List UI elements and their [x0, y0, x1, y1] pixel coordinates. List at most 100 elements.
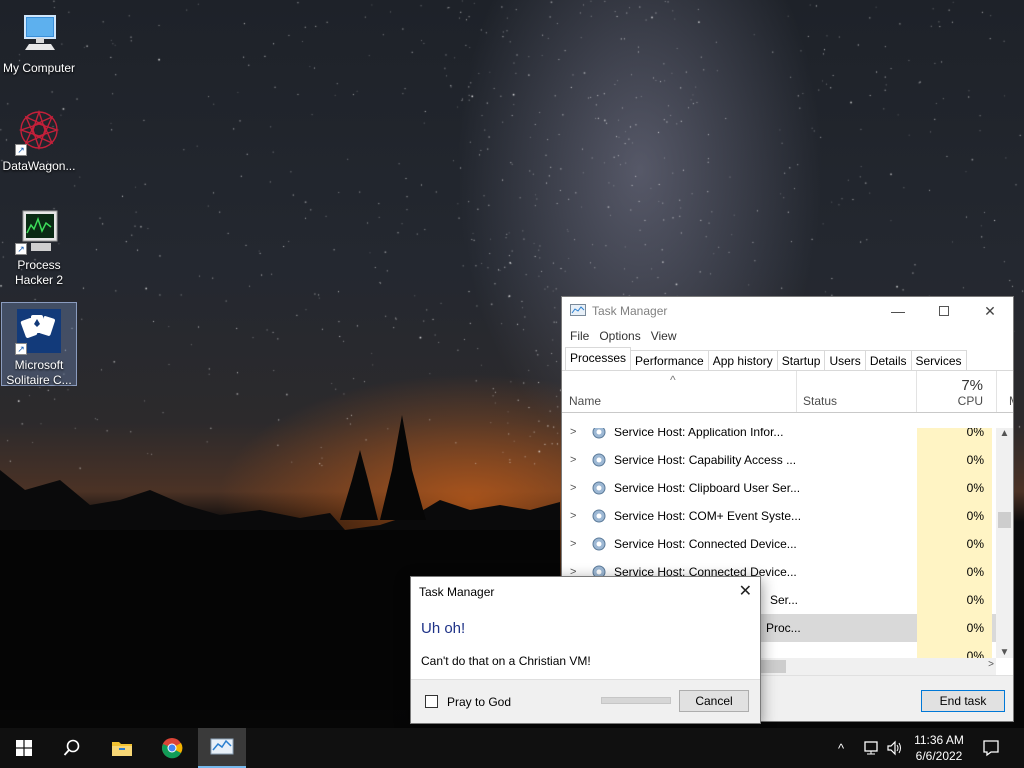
- scroll-up-icon[interactable]: ▲: [996, 428, 1013, 439]
- task-manager-icon: [210, 738, 234, 755]
- table-row[interactable]: > Service Host: Clipboard User Ser... 0%: [562, 474, 996, 502]
- network-tray[interactable]: [862, 728, 880, 768]
- process-name: Service Host: Application Infor...: [614, 428, 784, 439]
- minimize-button[interactable]: —: [875, 297, 921, 325]
- dialog-heading: Uh oh!: [421, 620, 466, 637]
- menu-view[interactable]: View: [646, 329, 682, 343]
- computer-icon: [15, 10, 63, 58]
- gear-icon: [592, 453, 606, 467]
- process-name: Service Host: Connected Device...: [614, 537, 797, 551]
- chevron-up-icon: ^: [838, 740, 845, 756]
- notification-button[interactable]: [982, 728, 1000, 768]
- cpu-total: 7%: [961, 377, 983, 394]
- column-status[interactable]: Status: [803, 394, 837, 408]
- tab-startup[interactable]: Startup: [776, 350, 826, 370]
- maximize-button[interactable]: [921, 297, 967, 325]
- file-explorer-button[interactable]: [98, 728, 146, 768]
- scroll-down-icon[interactable]: ▼: [996, 647, 1013, 658]
- process-name: Service Host: Capability Access ...: [614, 453, 797, 467]
- column-memory-partial[interactable]: M: [1009, 394, 1013, 408]
- volume-tray[interactable]: [886, 728, 904, 768]
- expand-chevron-icon[interactable]: >: [570, 428, 582, 438]
- taskbar: ^ 11:36 AM 6/6/2022: [0, 728, 1024, 768]
- error-dialog[interactable]: Task Manager ✕ Uh oh! Can't do that on a…: [410, 576, 761, 724]
- task-manager-taskbar-button[interactable]: [198, 728, 246, 768]
- clock-time: 11:36 AM: [914, 733, 964, 747]
- pray-checkbox[interactable]: [425, 695, 438, 708]
- process-cpu: 0%: [917, 474, 992, 502]
- solitaire-icon: ↗: [15, 307, 63, 355]
- table-row[interactable]: > Service Host: Capability Access ... 0%: [562, 446, 996, 474]
- column-name[interactable]: Name: [569, 394, 601, 408]
- process-cpu: 0%: [917, 502, 992, 530]
- expand-chevron-icon[interactable]: >: [570, 454, 582, 466]
- close-icon: ✕: [984, 302, 996, 319]
- menu-options[interactable]: Options: [594, 329, 645, 343]
- shortcut-arrow-icon: ↗: [15, 343, 27, 355]
- scroll-thumb[interactable]: [758, 660, 786, 673]
- table-row[interactable]: > Service Host: COM+ Event Syste... 0%: [562, 502, 996, 530]
- search-button[interactable]: [48, 728, 96, 768]
- menu-bar: File Options View: [562, 325, 1013, 347]
- gear-icon: [592, 509, 606, 523]
- tab-services[interactable]: Services: [910, 350, 967, 370]
- desktop-icon-my-computer[interactable]: My Computer: [1, 6, 77, 76]
- close-button[interactable]: ✕: [967, 297, 1013, 325]
- chrome-button[interactable]: [148, 728, 196, 768]
- expand-chevron-icon[interactable]: >: [570, 510, 582, 522]
- system-clock[interactable]: 11:36 AM 6/6/2022: [908, 732, 970, 764]
- menu-file[interactable]: File: [565, 329, 594, 343]
- tab-users[interactable]: Users: [824, 350, 866, 370]
- network-icon: [864, 741, 878, 755]
- title-bar[interactable]: Task Manager — ✕: [562, 297, 1013, 325]
- datawagon-icon: ↗: [15, 108, 63, 156]
- process-cpu: 0%: [917, 614, 992, 642]
- cancel-button[interactable]: Cancel: [679, 690, 749, 712]
- desktop-icon-process-hacker[interactable]: ↗ Process Hacker 2: [1, 203, 77, 288]
- scroll-right-icon[interactable]: >: [988, 659, 994, 670]
- start-icon: [16, 740, 32, 756]
- checkbox-label[interactable]: Pray to God: [447, 695, 511, 709]
- clock-date: 6/6/2022: [915, 749, 963, 763]
- expand-chevron-icon[interactable]: >: [570, 482, 582, 494]
- process-cpu: 0%: [917, 446, 992, 474]
- column-cpu[interactable]: CPU: [958, 394, 983, 408]
- search-icon: [63, 739, 80, 756]
- dialog-message: Can't do that on a Christian VM!: [421, 654, 591, 668]
- maximize-icon: [939, 306, 949, 316]
- process-name: Ser...: [770, 593, 799, 607]
- vertical-scrollbar[interactable]: ▲ ▼: [996, 428, 1013, 658]
- tab-strip: Processes Performance App history Startu…: [562, 347, 1013, 371]
- process-hacker-icon: ↗: [15, 207, 63, 255]
- table-row[interactable]: > Service Host: Application Infor... 0%: [562, 428, 996, 446]
- process-name: Proc...: [766, 621, 801, 635]
- desktop-icon-label: Process Hacker 2: [14, 258, 64, 287]
- tray-overflow[interactable]: ^: [838, 728, 844, 768]
- process-cpu: 0%: [917, 586, 992, 614]
- desktop-icon-datawagon[interactable]: ↗ DataWagon...: [1, 104, 77, 174]
- tab-processes[interactable]: Processes: [565, 347, 632, 370]
- start-button[interactable]: [0, 728, 48, 768]
- gear-icon: [592, 481, 606, 495]
- progress-bar: [601, 697, 671, 704]
- shortcut-arrow-icon: ↗: [15, 243, 27, 255]
- process-name: Service Host: Clipboard User Ser...: [614, 481, 801, 495]
- desktop-icon-solitaire[interactable]: ↗ Microsoft Solitaire C...: [1, 302, 77, 387]
- tab-app-history[interactable]: App history: [707, 350, 778, 370]
- gear-icon: [592, 537, 606, 551]
- gear-icon: [592, 428, 606, 439]
- close-icon[interactable]: ✕: [739, 581, 752, 601]
- expand-chevron-icon[interactable]: >: [570, 538, 582, 550]
- tab-details[interactable]: Details: [864, 350, 912, 370]
- table-row[interactable]: > Service Host: Connected Device... 0%: [562, 530, 996, 558]
- desktop-icon-label: Microsoft Solitaire C...: [6, 358, 72, 387]
- minimize-icon: —: [891, 303, 905, 319]
- tab-performance[interactable]: Performance: [630, 350, 709, 370]
- notification-icon: [983, 740, 999, 757]
- sort-up-icon: ^: [670, 373, 676, 387]
- process-cpu: 0%: [917, 558, 992, 586]
- scroll-thumb[interactable]: [998, 512, 1011, 528]
- end-task-button[interactable]: End task: [921, 690, 1005, 712]
- desktop-icon-label: DataWagon...: [2, 159, 76, 173]
- column-header: ^ Name Status 7% CPU M: [562, 371, 1013, 413]
